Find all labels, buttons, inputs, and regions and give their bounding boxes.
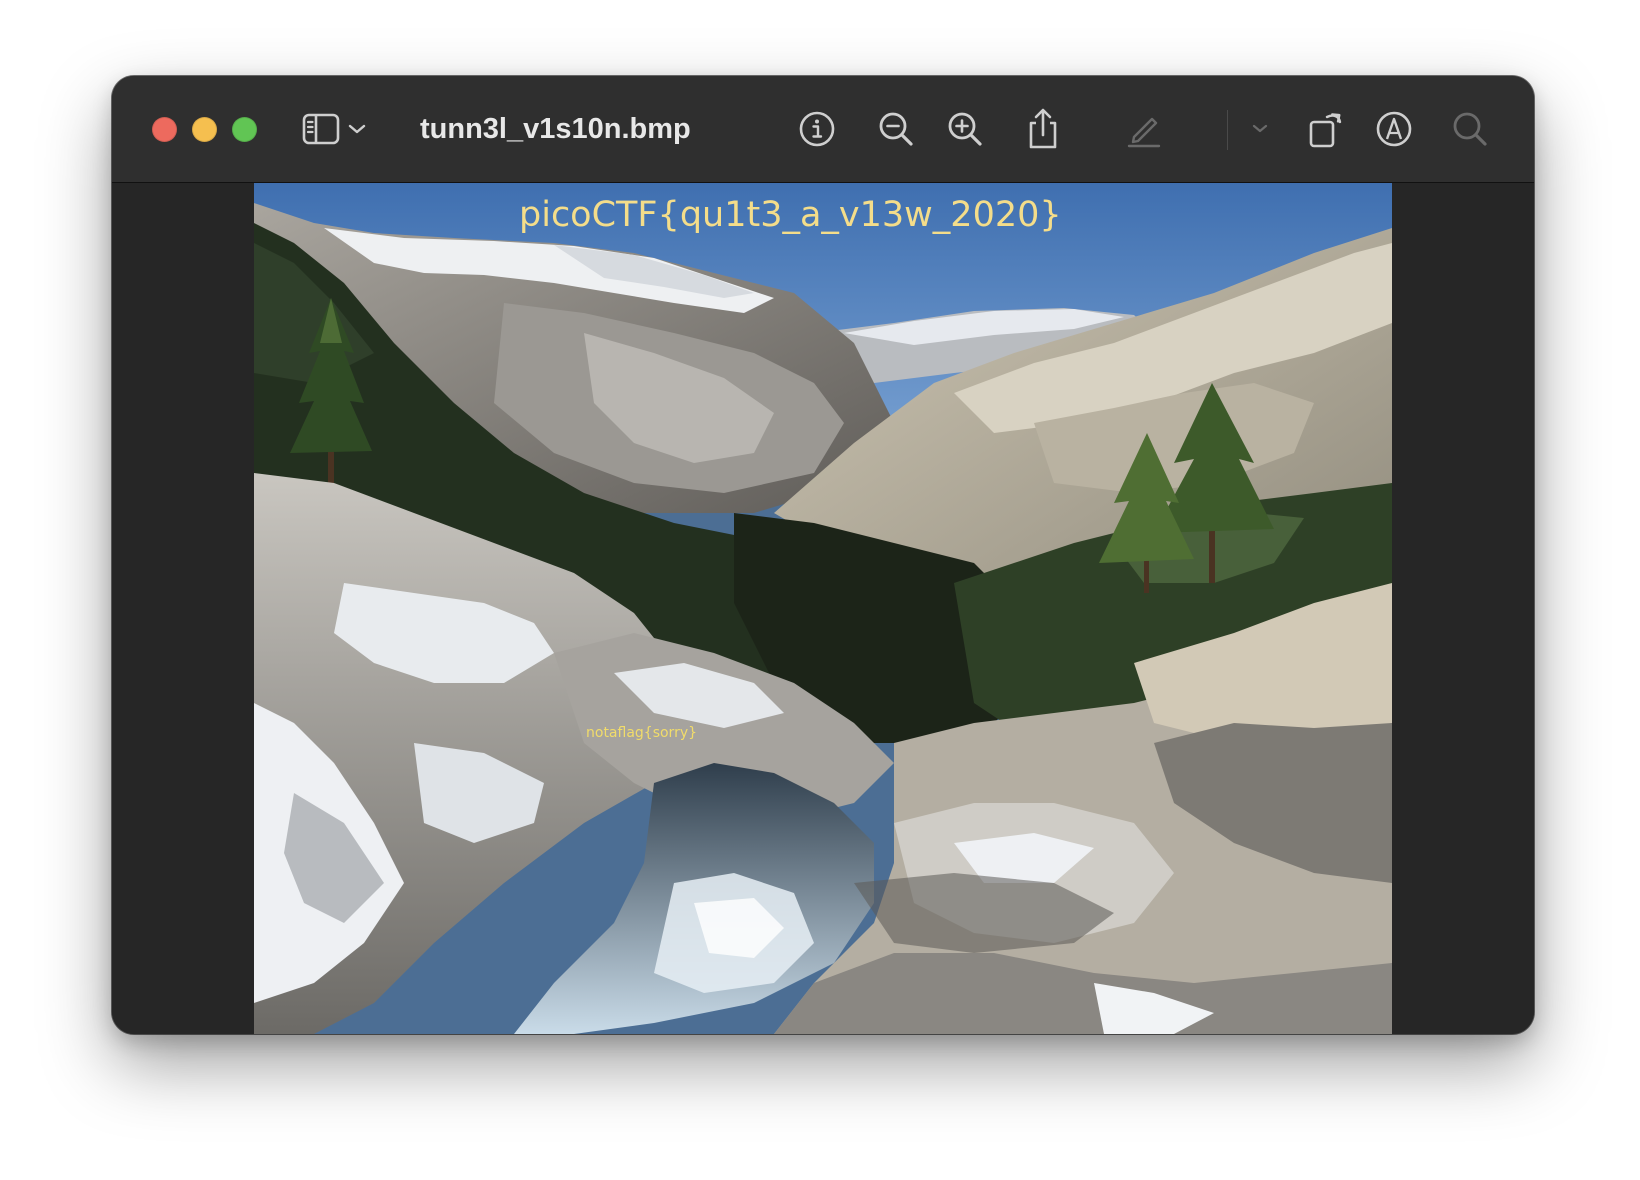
share-button[interactable] [1017,103,1069,155]
search-button[interactable] [1444,103,1496,155]
rotate-button[interactable] [1300,103,1352,155]
share-icon [1029,108,1057,149]
notaflag-overlay-text: notaflag{sorry} [586,725,698,741]
sidebar-toggle-button[interactable] [296,103,348,155]
title-bar: tunn3l_v1s10n.bmp [112,76,1534,183]
chevron-down-icon [1252,124,1268,133]
flag-overlay-text: picoCTF{qu1t3_a_v13w_2020} [519,195,1062,235]
highlight-button[interactable] [1118,103,1170,155]
bmp-image: picoCTF{qu1t3_a_v13w_2020} notaflag{sorr… [254,183,1392,1034]
pencil-icon [1127,117,1161,148]
markup-icon [1376,111,1412,147]
zoom-in-button[interactable] [939,103,991,155]
zoom-out-button[interactable] [870,103,922,155]
sidebar-icon [302,113,340,145]
landscape-photo [254,183,1392,1034]
minimize-window-button[interactable] [192,117,217,142]
highlight-menu-button[interactable] [1245,103,1275,155]
document-title: tunn3l_v1s10n.bmp [420,113,691,145]
zoom-out-icon [879,112,913,146]
sidebar-menu-button[interactable] [342,103,372,155]
search-icon [1453,112,1487,146]
close-window-button[interactable] [152,117,177,142]
zoom-in-icon [948,112,982,146]
maximize-window-button[interactable] [232,117,257,142]
preview-window: tunn3l_v1s10n.bmp picoCTF{qu1t3_a_v13w_2… [112,76,1534,1034]
document-viewport[interactable]: picoCTF{qu1t3_a_v13w_2020} notaflag{sorr… [112,183,1534,1034]
toolbar-separator [1227,110,1228,150]
info-button[interactable] [791,103,843,155]
rotate-icon [1309,113,1342,148]
chevron-down-icon [348,124,366,134]
info-icon [799,111,835,147]
markup-button[interactable] [1368,103,1420,155]
